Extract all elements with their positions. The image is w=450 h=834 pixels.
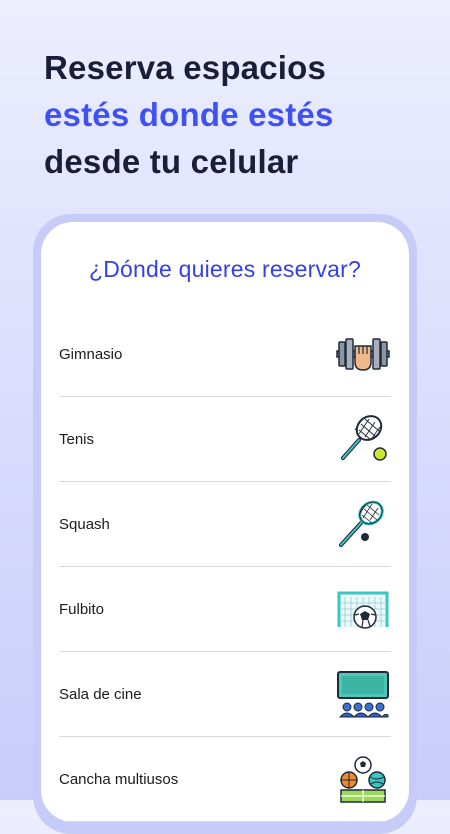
list-item-label: Squash — [59, 515, 110, 533]
list-item-label: Fulbito — [59, 600, 105, 618]
list-item-fulbito[interactable]: Fulbito — [59, 567, 391, 652]
list-item-label: Cancha multiusos — [59, 770, 179, 788]
list-item-gimnasio[interactable]: Gimnasio — [59, 312, 391, 397]
list-item-label: Sala de cine — [59, 685, 142, 703]
multisport-balls-icon — [335, 754, 391, 804]
list-item-label: Gimnasio — [59, 345, 123, 363]
cinema-screen-icon — [335, 669, 391, 719]
dumbbell-fist-icon — [335, 329, 391, 379]
space-type-list: Gimnasio Tenis Squash Fulbito Sala de ci… — [59, 312, 391, 822]
list-item-label: Tenis — [59, 430, 95, 448]
headline-line-1: Reserva espacios — [44, 49, 327, 86]
list-item-cancha-multiusos[interactable]: Cancha multiusos — [59, 737, 391, 822]
list-item-squash[interactable]: Squash — [59, 482, 391, 567]
list-item-sala-de-cine[interactable]: Sala de cine — [59, 652, 391, 737]
tennis-racket-icon — [335, 414, 391, 464]
promo-headline: Reserva espacios estés donde estés desde… — [44, 44, 334, 185]
squash-racket-icon — [335, 499, 391, 549]
screen-title: ¿Dónde quieres reservar? — [89, 256, 361, 282]
soccer-goal-icon — [335, 584, 391, 634]
list-item-tenis[interactable]: Tenis — [59, 397, 391, 482]
phone-screen: ¿Dónde quieres reservar? Gimnasio Tenis … — [41, 222, 409, 822]
headline-line-3: desde tu celular — [44, 143, 299, 180]
headline-line-2: estés donde estés — [44, 96, 334, 133]
